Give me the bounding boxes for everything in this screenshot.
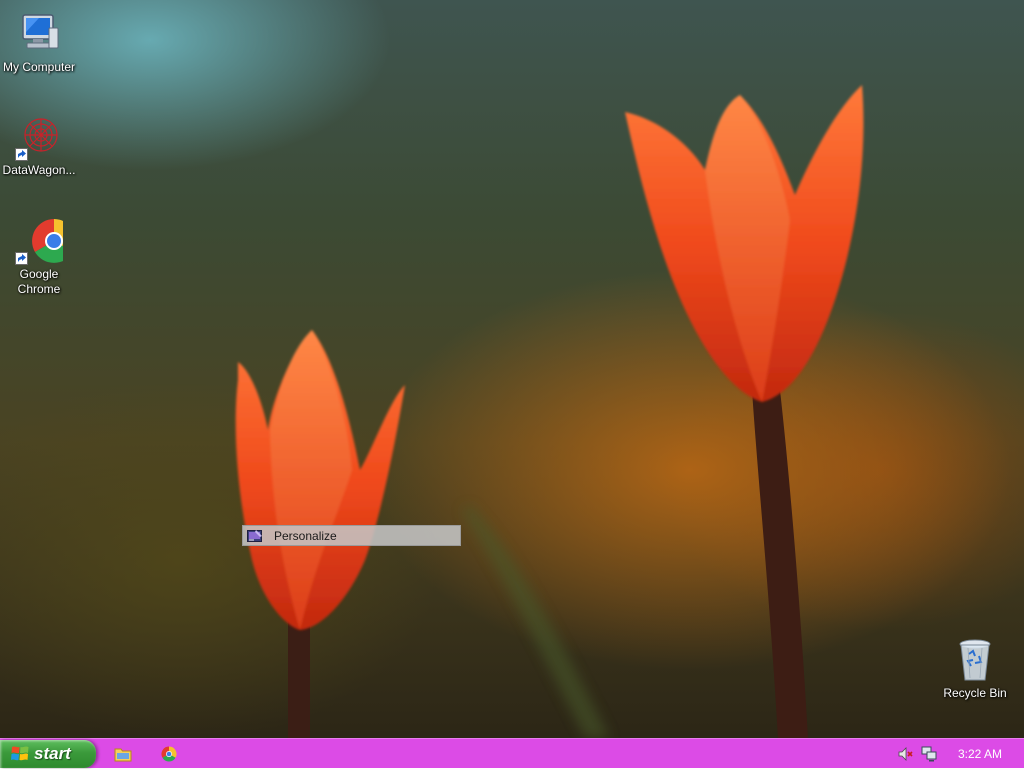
- chrome-icon: [15, 217, 76, 265]
- personalize-icon: [247, 529, 263, 543]
- desktop-icon-label-line2: Chrome: [17, 282, 61, 296]
- desktop-icon-google-chrome[interactable]: Google Chrome: [0, 217, 78, 297]
- my-computer-icon: [15, 10, 63, 58]
- desktop-icon-label: Google Chrome: [0, 267, 78, 297]
- shortcut-arrow-icon: [15, 252, 28, 265]
- desktop-icon-label-line1: Google: [19, 267, 59, 281]
- shortcut-arrow-icon: [15, 148, 28, 161]
- desktop-context-menu: Personalize: [242, 525, 461, 546]
- taskbar-clock[interactable]: 3:22 AM: [958, 747, 1002, 761]
- menu-item-personalize[interactable]: Personalize: [243, 526, 460, 545]
- recycle-bin-icon: [951, 636, 999, 684]
- system-tray: 3:22 AM: [884, 739, 1024, 769]
- start-button[interactable]: start: [0, 740, 96, 768]
- desktop-icon-recycle-bin[interactable]: Recycle Bin: [936, 636, 1014, 701]
- chrome-icon: [161, 746, 177, 762]
- windows-logo-icon: [11, 745, 29, 763]
- desktop-icon-label: Recycle Bin: [943, 686, 1007, 700]
- desktop-icon-label: My Computer: [2, 60, 76, 74]
- desktop-icon-my-computer[interactable]: My Computer: [0, 10, 78, 75]
- volume-muted-icon[interactable]: [898, 746, 914, 762]
- desktop[interactable]: My Computer DataWagon... Google Chrome R…: [0, 0, 1024, 738]
- taskbar: start 3:22 AM: [0, 738, 1024, 768]
- wallpaper-image: [235, 85, 864, 738]
- quick-launch-file-explorer[interactable]: [114, 746, 132, 762]
- menu-item-label: Personalize: [274, 528, 337, 543]
- datawagon-icon: [15, 113, 63, 161]
- quick-launch-chrome[interactable]: [161, 746, 179, 762]
- desktop-icon-datawagon[interactable]: DataWagon...: [0, 113, 78, 178]
- network-icon[interactable]: [921, 746, 937, 762]
- start-label: start: [34, 744, 71, 763]
- file-explorer-icon: [114, 748, 132, 762]
- desktop-icon-label: DataWagon...: [2, 163, 76, 177]
